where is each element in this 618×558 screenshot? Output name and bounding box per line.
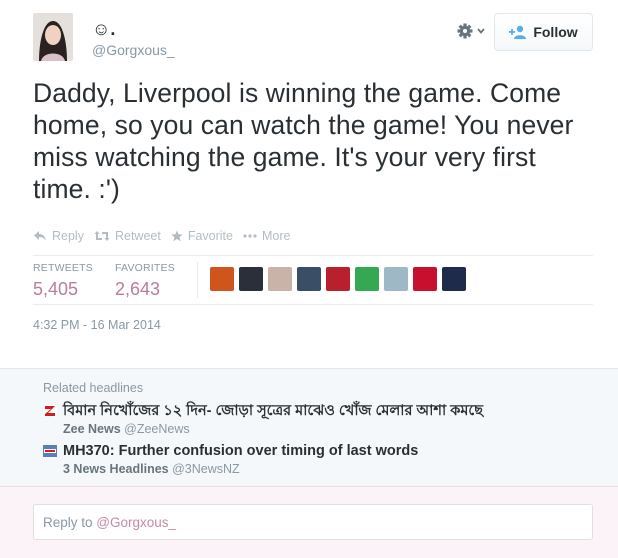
source-handle: @ZeeNews bbox=[124, 422, 190, 436]
favoriter-avatar[interactable] bbox=[297, 267, 321, 291]
chevron-down-icon bbox=[477, 28, 485, 34]
favoriter-avatar[interactable] bbox=[413, 267, 437, 291]
add-user-icon bbox=[509, 25, 527, 39]
retweets-stat[interactable]: RETWEETS 5,405 bbox=[33, 262, 93, 301]
reply-input[interactable]: Reply to @Gorgxous_ bbox=[33, 504, 593, 540]
author-name[interactable]: ☺. bbox=[92, 19, 115, 39]
source-name: 3 News Headlines bbox=[63, 462, 169, 476]
related-headline[interactable]: MH370: Further confusion over timing of … bbox=[63, 442, 418, 460]
favoriter-avatar[interactable] bbox=[268, 267, 292, 291]
author-handle[interactable]: @Gorgxous_ bbox=[92, 41, 175, 59]
tweet-actions: Reply Retweet Favorite More bbox=[33, 227, 300, 245]
follow-label: Follow bbox=[533, 24, 578, 40]
source-name: Zee News bbox=[63, 422, 121, 436]
related-headlines: Related headlines বিমান নিখোঁজের ১২ দিন-… bbox=[0, 368, 618, 486]
reply-prefix: Reply to bbox=[43, 515, 97, 530]
follow-button[interactable]: Follow bbox=[494, 13, 593, 51]
retweet-icon bbox=[94, 231, 110, 241]
divider bbox=[197, 262, 198, 298]
favoriter-avatar[interactable] bbox=[239, 267, 263, 291]
favorite-action[interactable]: Favorite bbox=[171, 229, 233, 243]
related-title: Related headlines bbox=[43, 381, 144, 395]
favoriter-avatar[interactable] bbox=[355, 267, 379, 291]
news-logo-icon bbox=[43, 445, 57, 457]
favoriter-avatar[interactable] bbox=[210, 267, 234, 291]
reply-label: Reply bbox=[52, 229, 84, 243]
favorites-count: 2,643 bbox=[115, 279, 161, 299]
reply-mention: @Gorgxous_ bbox=[96, 515, 177, 530]
more-label: More bbox=[261, 229, 291, 243]
favoriter-avatar[interactable] bbox=[442, 267, 466, 291]
reply-icon bbox=[34, 231, 46, 241]
divider bbox=[33, 304, 593, 305]
star-icon bbox=[171, 230, 183, 242]
news-logo-icon bbox=[43, 405, 57, 417]
retweets-label: RETWEETS bbox=[33, 262, 93, 274]
gear-icon bbox=[457, 23, 485, 39]
more-dots-icon bbox=[243, 234, 257, 238]
related-source[interactable]: Zee News @ZeeNews bbox=[63, 422, 190, 436]
settings-dropdown[interactable] bbox=[456, 20, 488, 42]
more-action[interactable]: More bbox=[243, 229, 290, 243]
favoriter-avatar[interactable] bbox=[326, 267, 350, 291]
related-headline[interactable]: বিমান নিখোঁজের ১২ দিন- জোড়া সূত্রের মাঝে… bbox=[63, 402, 483, 420]
divider bbox=[33, 255, 593, 256]
retweet-label: Retweet bbox=[114, 229, 161, 243]
favorite-label: Favorite bbox=[187, 229, 233, 243]
tweet-timestamp[interactable]: 4:32 PM - 16 Mar 2014 bbox=[33, 318, 161, 332]
reply-area: Reply to @Gorgxous_ bbox=[0, 486, 618, 558]
source-handle: @3NewsNZ bbox=[172, 462, 240, 476]
favorites-label: FAVORITES bbox=[115, 262, 175, 274]
favoriter-avatar[interactable] bbox=[384, 267, 408, 291]
favorites-stat[interactable]: FAVORITES 2,643 bbox=[115, 262, 175, 301]
tweet-text: Daddy, Liverpool is winning the game. Co… bbox=[33, 78, 574, 204]
author-avatar[interactable] bbox=[33, 13, 73, 61]
tweet-card: ☺. @Gorgxous_ Follow Daddy, Liverpool is… bbox=[0, 0, 618, 368]
retweet-action[interactable]: Retweet bbox=[94, 229, 161, 243]
retweets-count: 5,405 bbox=[33, 279, 79, 299]
related-source[interactable]: 3 News Headlines @3NewsNZ bbox=[63, 462, 240, 476]
reply-action[interactable]: Reply bbox=[33, 229, 84, 243]
favoriters-avatars bbox=[210, 267, 466, 291]
